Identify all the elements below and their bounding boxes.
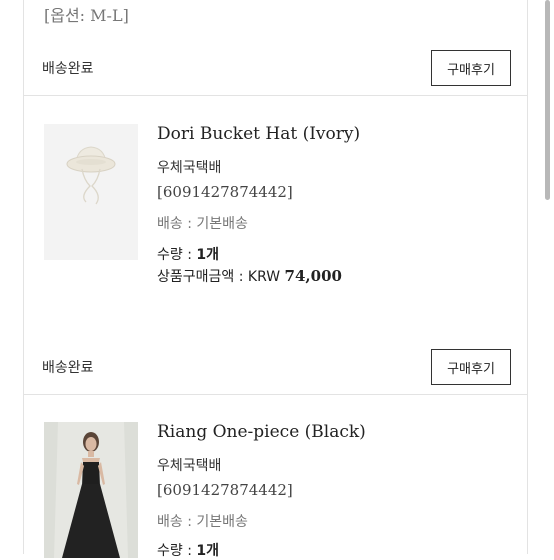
product-image-bucket-hat[interactable] [44,124,138,260]
purchase-amount: 상품구매금액 : KRW 74,000 [157,266,342,286]
bucket-hat-illustration [44,124,138,260]
product-name[interactable]: Dori Bucket Hat (Ivory) [157,124,360,144]
price-currency: KRW [247,269,285,285]
price-value: 74,000 [284,267,342,285]
shipping-label: 배송 : [157,216,197,232]
delivery-status: 배송완료 [42,360,94,376]
quantity-value: 1개 [196,247,220,263]
carrier-name: 우체국택배 [157,160,222,176]
shipping-value: 기본배송 [196,216,248,232]
product-name[interactable]: Riang One-piece (Black) [157,422,366,442]
quantity-label: 수량 : [157,247,197,263]
scrollbar[interactable] [545,0,550,200]
quantity: 수량 : 1개 [157,540,219,560]
price-label: 상품구매금액 : [157,269,248,285]
product-image-riang-one-piece[interactable] [44,422,138,558]
divider [24,95,527,96]
quantity: 수량 : 1개 [157,244,219,264]
write-review-button[interactable]: 구매후기 [431,50,511,86]
option-text: [옵션: M-L] [44,6,129,25]
shipping-value: 기본배송 [196,514,248,530]
write-review-button[interactable]: 구매후기 [431,349,511,385]
quantity-value: 1개 [196,543,220,559]
order-status-bar: 배송완료 구매후기 [24,345,527,389]
shipping-method: 배송 : 기본배송 [157,213,248,233]
divider [24,394,527,395]
carrier-name: 우체국택배 [157,458,222,474]
tracking-number[interactable]: [6091427874442] [157,183,293,201]
dress-model-illustration [44,422,138,558]
shipping-method: 배송 : 기본배송 [157,511,248,531]
tracking-number[interactable]: [6091427874442] [157,481,293,499]
delivery-status: 배송완료 [42,61,94,77]
order-status-bar: 배송완료 구매후기 [24,46,527,90]
shipping-label: 배송 : [157,514,197,530]
quantity-label: 수량 : [157,543,197,559]
